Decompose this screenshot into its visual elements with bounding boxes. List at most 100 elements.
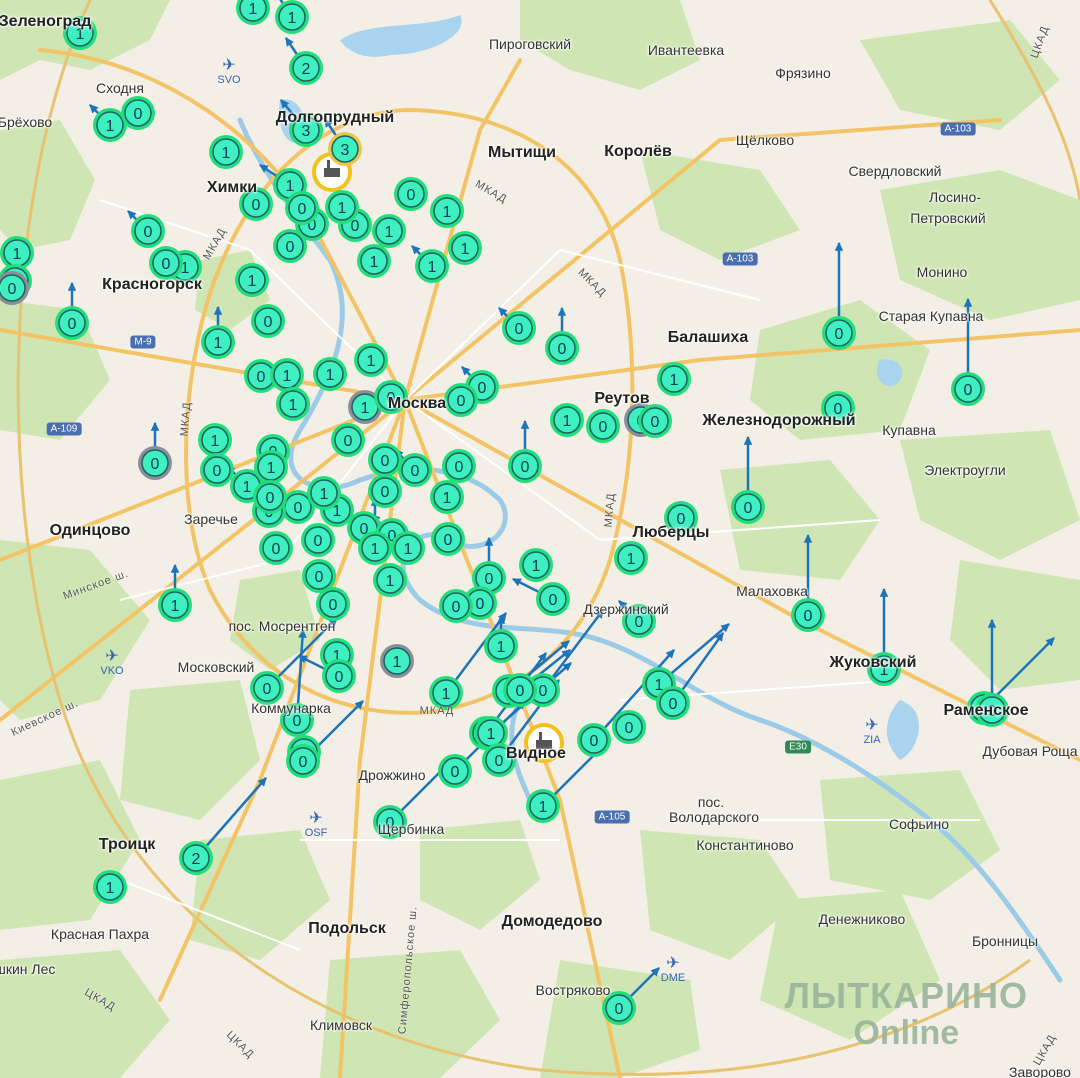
sensor-marker[interactable]: 1 [198,423,232,457]
sensor-marker[interactable]: 1 [254,450,288,484]
sensor-marker[interactable]: 0 [131,214,165,248]
marker-count: 1 [222,145,231,162]
sensor-marker[interactable]: 1 [158,588,192,622]
sensor-marker[interactable]: 0 [322,659,356,693]
road-shield: A-109 [46,422,82,436]
marker-count: 0 [444,532,453,549]
sensor-marker[interactable]: 1 [430,194,464,228]
place-label: Фрязино [775,65,831,81]
sensor-marker[interactable]: 0 [55,306,89,340]
sensor-marker[interactable]: 1 [519,548,553,582]
sensor-marker[interactable]: 0 [439,589,473,623]
place-label: Брёхово [0,114,53,130]
sensor-marker[interactable]: 0 [331,423,365,457]
sensor-marker[interactable]: 0 [368,443,402,477]
sensor-marker[interactable]: 0 [438,754,472,788]
marker-count: 1 [443,490,452,507]
place-label: Московский [177,659,255,675]
marker-count: 1 [361,400,370,417]
sensor-marker[interactable]: 1 [325,190,359,224]
sensor-marker[interactable]: 0 [731,490,765,524]
sensor-marker[interactable]: 1 [276,387,310,421]
place-label: шкин Лес [0,961,56,977]
airport-marker[interactable]: ✈ ZIA [863,718,880,747]
sensor-marker[interactable]: 0 [536,582,570,616]
sensor-marker[interactable]: 0 [259,531,293,565]
marker-count: 1 [211,433,220,450]
sensor-marker[interactable]: 0 [577,723,611,757]
sensor-marker[interactable]: 0 [612,710,646,744]
sensor-marker[interactable]: 0 [253,480,287,514]
sensor-marker[interactable]: 0 [656,686,690,720]
sensor-marker[interactable]: 1 [270,358,304,392]
sensor-marker[interactable]: 0 [503,673,537,707]
marker-count: 0 [964,382,973,399]
marker-count: 0 [651,414,660,431]
sensor-marker[interactable]: 1 [93,870,127,904]
sensor-marker[interactable]: 0 [822,316,856,350]
place-label: Красная Пахра [50,926,150,942]
sensor-marker[interactable]: 3 [328,132,362,166]
marker-count: 2 [192,851,201,868]
sensor-marker[interactable]: 0 [951,372,985,406]
sensor-marker[interactable]: 2 [289,51,323,85]
sensor-marker[interactable]: 0 [545,331,579,365]
airport-marker[interactable]: ✈ OSF [304,811,328,840]
sensor-marker[interactable]: 1 [372,214,406,248]
place-label: Сходня [96,80,144,96]
marker-count: 0 [625,720,634,737]
sensor-marker[interactable]: 0 [398,453,432,487]
sensor-marker[interactable]: 1 [614,541,648,575]
sensor-marker[interactable]: 0 [121,96,155,130]
sensor-marker[interactable]: 0 [286,744,320,778]
sensor-marker[interactable]: 1 [307,476,341,510]
sensor-marker[interactable]: 0 [394,177,428,211]
sensor-marker[interactable]: 0 [431,522,465,556]
sensor-marker[interactable]: 1 [313,357,347,391]
airport-marker[interactable]: ✈ VKO [100,649,123,678]
sensor-marker[interactable]: 2 [179,841,213,875]
airport-code: OSF [304,827,328,839]
marker-count: 0 [162,256,171,273]
sensor-marker[interactable]: 0 [200,453,234,487]
sensor-marker[interactable]: 1 [380,644,414,678]
place-label: Люберцы [632,524,710,541]
marker-count: 0 [451,764,460,781]
sensor-marker[interactable]: 0 [444,383,478,417]
sensor-marker[interactable]: 0 [285,191,319,225]
sensor-marker[interactable]: 0 [368,474,402,508]
sensor-marker[interactable]: 1 [357,244,391,278]
sensor-marker[interactable]: 1 [358,531,392,565]
sensor-marker[interactable]: 0 [138,446,172,480]
sensor-marker[interactable]: 1 [430,480,464,514]
sensor-marker[interactable]: 1 [550,403,584,437]
sensor-marker[interactable]: 1 [201,325,235,359]
sensor-marker[interactable]: 0 [638,404,672,438]
sensor-marker[interactable]: 0 [251,304,285,338]
sensor-marker[interactable]: 1 [275,0,309,34]
map-canvas[interactable]: 1112103311000110011101011201000100110110… [0,0,1080,1078]
sensor-marker[interactable]: 1 [373,563,407,597]
place-label: Зеленоград [0,13,92,30]
sensor-marker[interactable]: 1 [235,263,269,297]
sensor-marker[interactable]: 1 [526,789,560,823]
sensor-marker[interactable]: 0 [791,598,825,632]
sensor-marker[interactable]: 0 [301,523,335,557]
marker-count: 0 [272,541,281,558]
sensor-marker[interactable]: 1 [209,135,243,169]
sensor-marker[interactable]: 1 [415,249,449,283]
airport-marker[interactable]: ✈ SVO [217,58,240,87]
airport-marker[interactable]: ✈ DME [661,956,685,985]
sensor-marker[interactable]: 1 [484,629,518,663]
sensor-marker[interactable]: 0 [502,311,536,345]
sensor-marker[interactable]: 1 [657,362,691,396]
sensor-marker[interactable]: 0 [149,246,183,280]
sensor-marker[interactable]: 1 [448,231,482,265]
sensor-marker[interactable]: 0 [508,449,542,483]
sensor-marker[interactable]: 0 [442,449,476,483]
sensor-marker[interactable]: 1 [391,531,425,565]
sensor-marker[interactable]: 0 [316,587,350,621]
sensor-marker[interactable]: 1 [354,343,388,377]
sensor-marker[interactable]: 0 [586,409,620,443]
marker-count: 1 [385,224,394,241]
